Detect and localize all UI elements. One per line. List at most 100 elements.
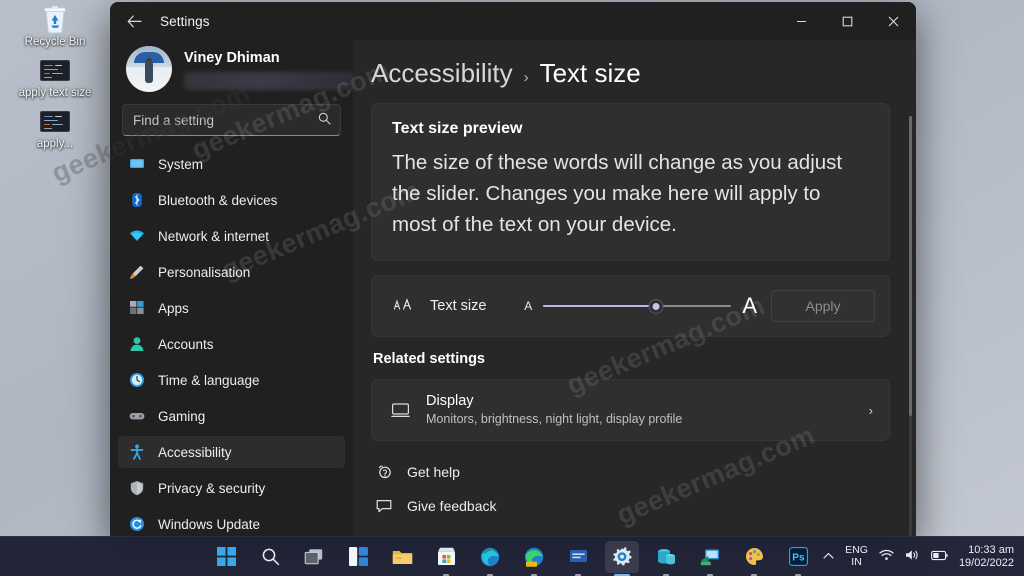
region-code: IN	[845, 557, 868, 569]
breadcrumb-parent[interactable]: Accessibility	[371, 58, 513, 89]
desktop-icon-recycle-bin[interactable]: Recycle Bin	[9, 4, 101, 49]
desktop-icon-label: apply text size	[19, 87, 92, 100]
svg-text:Ps: Ps	[792, 552, 805, 563]
minimize-button[interactable]	[778, 2, 824, 40]
page-title: Text size	[540, 58, 641, 89]
system-icon	[128, 156, 145, 173]
text-size-slider[interactable]	[543, 298, 731, 314]
photoshop-app[interactable]: Ps	[781, 541, 815, 573]
task-view-button[interactable]	[297, 541, 331, 573]
sidebar-item-windows-update[interactable]: Windows Update	[118, 508, 345, 536]
window-body: Viney Dhiman System	[110, 40, 916, 536]
sidebar-item-label: Accessibility	[158, 445, 232, 460]
sidebar-item-label: Accounts	[158, 337, 214, 352]
sidebar-item-bluetooth-devices[interactable]: Bluetooth & devices	[118, 184, 345, 216]
sidebar-item-label: Network & internet	[158, 229, 269, 244]
profile-email-redacted	[184, 72, 356, 90]
maximize-button[interactable]	[824, 2, 870, 40]
text-size-preview-card: Text size preview The size of these word…	[371, 103, 890, 261]
language-indicator[interactable]: ENG IN	[845, 545, 868, 568]
paint-app[interactable]	[737, 541, 771, 573]
sidebar-item-gaming[interactable]: Gaming	[118, 400, 345, 432]
edge-secondary[interactable]	[517, 541, 551, 573]
give-feedback-link[interactable]: Give feedback	[371, 489, 890, 523]
content-pane: Accessibility › Text size Text size prev…	[353, 40, 916, 536]
search-icon	[318, 112, 331, 128]
related-setting-texts: Display Monitors, brightness, night ligh…	[426, 392, 853, 428]
monitor-icon	[390, 402, 410, 418]
language-code: ENG	[845, 545, 868, 557]
desktop-icon-area: Recycle Bin apply text size apply...	[0, 4, 110, 151]
sidebar-item-label: Apps	[158, 301, 189, 316]
speaker-icon[interactable]	[905, 549, 920, 564]
search-input[interactable]	[133, 113, 310, 128]
text-file-icon	[38, 106, 72, 136]
brush-icon	[128, 264, 145, 281]
desktop-icon-apply-text-size[interactable]: apply text size	[9, 55, 101, 100]
accessibility-icon	[128, 444, 145, 461]
chevron-up-icon[interactable]	[823, 551, 834, 563]
slider-thumb[interactable]	[650, 300, 663, 313]
microsoft-store[interactable]	[429, 541, 463, 573]
widgets-button[interactable]	[341, 541, 375, 573]
sidebar-item-accounts[interactable]: Accounts	[118, 328, 345, 360]
sidebar-item-system[interactable]: System	[118, 148, 345, 180]
slider-max-label: A	[742, 293, 757, 319]
slider-fill	[543, 305, 656, 308]
related-setting-display[interactable]: Display Monitors, brightness, night ligh…	[371, 379, 890, 441]
search-container	[118, 96, 345, 146]
sidebar-item-label: Privacy & security	[158, 481, 265, 496]
related-setting-subtitle: Monitors, brightness, night light, displ…	[426, 411, 853, 428]
search-box[interactable]	[122, 104, 341, 136]
sidebar-item-personalisation[interactable]: Personalisation	[118, 256, 345, 288]
clock-icon	[128, 372, 145, 389]
back-arrow-icon[interactable]	[118, 7, 150, 35]
breadcrumb-separator-icon: ›	[524, 69, 529, 86]
avatar	[126, 46, 172, 92]
sidebar-item-privacy-security[interactable]: Privacy & security	[118, 472, 345, 504]
clock-datetime[interactable]: 10:33 am 19/02/2022	[959, 544, 1018, 570]
text-size-label: Text size	[430, 298, 486, 314]
sidebar-item-label: Personalisation	[158, 265, 250, 280]
sidebar-item-network-internet[interactable]: Network & internet	[118, 220, 345, 252]
settings-app[interactable]	[605, 541, 639, 573]
blue-app[interactable]	[561, 541, 595, 573]
sidebar-item-label: System	[158, 157, 203, 172]
sidebar-item-label: Windows Update	[158, 517, 260, 532]
update-icon	[128, 516, 145, 533]
desktop-icon-label: apply...	[37, 138, 73, 151]
breadcrumb: Accessibility › Text size	[371, 40, 890, 103]
get-help-label: Get help	[407, 464, 460, 480]
sidebar-item-time-language[interactable]: Time & language	[118, 364, 345, 396]
remote-desktop-app[interactable]	[693, 541, 727, 573]
help-icon	[375, 464, 393, 480]
file-explorer[interactable]	[385, 541, 419, 573]
get-help-link[interactable]: Get help	[371, 455, 890, 489]
microsoft-edge[interactable]	[473, 541, 507, 573]
database-app[interactable]	[649, 541, 683, 573]
wifi-icon[interactable]	[879, 549, 894, 564]
apps-icon	[128, 300, 145, 317]
start-button[interactable]	[209, 541, 243, 573]
profile-name: Viney Dhiman	[184, 49, 356, 67]
taskbar: Ps ENG IN 10:33 am 19/02/2022	[0, 536, 1024, 576]
desktop-icon-apply-truncated[interactable]: apply...	[9, 106, 101, 151]
content-scrollbar[interactable]	[909, 116, 912, 536]
sidebar-item-label: Gaming	[158, 409, 205, 424]
user-profile[interactable]: Viney Dhiman	[118, 40, 345, 96]
give-feedback-label: Give feedback	[407, 498, 497, 514]
search-button[interactable]	[253, 541, 287, 573]
related-settings-heading: Related settings	[373, 351, 890, 367]
taskbar-apps: Ps	[209, 541, 815, 573]
battery-icon[interactable]	[931, 550, 948, 564]
sidebar-item-apps[interactable]: Apps	[118, 292, 345, 324]
apply-button[interactable]: Apply	[771, 290, 875, 322]
system-tray: ENG IN 10:33 am 19/02/2022	[823, 544, 1018, 570]
preview-title: Text size preview	[392, 120, 869, 138]
sidebar-item-accessibility[interactable]: Accessibility	[118, 436, 345, 468]
text-size-setting-card: Text size A A Apply	[371, 275, 890, 337]
wifi-icon	[128, 228, 145, 245]
related-setting-title: Display	[426, 392, 853, 411]
desktop-icon-label: Recycle Bin	[25, 36, 86, 49]
close-button[interactable]	[870, 2, 916, 40]
